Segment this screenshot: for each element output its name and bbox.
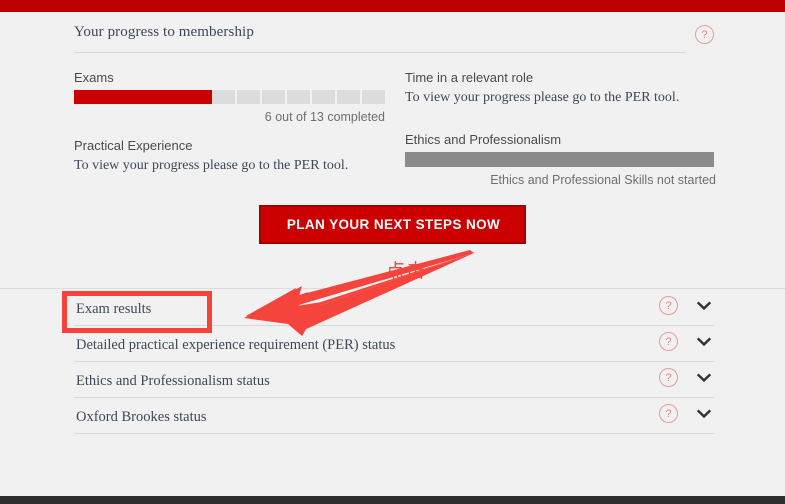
progress-item-exams: Exams 6 out of 13 completed — [74, 70, 386, 124]
chevron-down-icon[interactable] — [696, 334, 712, 350]
progress-item-label: Ethics and Professionalism — [405, 132, 562, 147]
progress-column-left: Exams 6 out of 13 completed Practical Ex… — [74, 70, 386, 174]
ethics-progress-bar — [405, 152, 714, 167]
progress-item-note: To view your progress please go to the P… — [74, 158, 349, 173]
progress-segment — [212, 90, 235, 104]
chevron-down-icon[interactable] — [696, 298, 712, 314]
plan-next-steps-button[interactable]: PLAN YOUR NEXT STEPS NOW — [258, 205, 527, 244]
progress-segment — [237, 90, 260, 104]
chevron-down-icon[interactable] — [696, 406, 712, 422]
progress-item-practical-experience: Practical Experience To view your progre… — [74, 138, 386, 174]
help-question-icon[interactable]: ? — [695, 25, 714, 44]
exams-progress-caption: 6 out of 13 completed — [264, 110, 385, 124]
help-question-icon[interactable]: ? — [659, 332, 678, 351]
progress-segment — [120, 90, 143, 104]
progress-segment — [97, 90, 120, 104]
accordion-row[interactable]: Ethics and Professionalism status? — [74, 362, 714, 398]
progress-panel: Your progress to membership ? — [74, 24, 714, 53]
progress-item-label: Time in a relevant role — [405, 70, 534, 85]
accordion-row-label: Ethics and Professionalism status — [76, 373, 270, 389]
exams-progress-bar — [74, 90, 385, 104]
progress-segment — [74, 90, 97, 104]
status-accordion: Exam results? Detailed practical experien… — [74, 290, 714, 434]
accordion-row-label: Oxford Brookes status — [76, 409, 207, 425]
progress-column-right: Time in a relevant role To view your pro… — [405, 70, 717, 187]
progress-segment — [166, 90, 189, 104]
progress-segment — [287, 90, 310, 104]
progress-item-time-in-role: Time in a relevant role To view your pro… — [405, 70, 717, 106]
accordion-row-label: Detailed practical experience requiremen… — [76, 337, 396, 353]
progress-segment — [362, 90, 385, 104]
progress-item-label: Exams — [74, 70, 114, 85]
progress-segment — [189, 90, 212, 104]
page-content: Your progress to membership ? Exams 6 ou… — [0, 12, 785, 496]
top-brand-bar — [0, 0, 785, 12]
accordion-row[interactable]: Exam results? — [74, 290, 714, 326]
chevron-down-icon[interactable] — [696, 370, 712, 386]
progress-segment — [337, 90, 360, 104]
page-footer-bar — [0, 496, 785, 504]
progress-segment — [143, 90, 166, 104]
help-question-icon[interactable]: ? — [659, 404, 678, 423]
accordion-row-label: Exam results — [76, 301, 152, 317]
section-divider — [0, 288, 785, 289]
panel-title: Your progress to membership — [74, 24, 254, 40]
accordion-row[interactable]: Oxford Brookes status? — [74, 398, 714, 434]
panel-divider — [74, 52, 686, 53]
accordion-row[interactable]: Detailed practical experience requiremen… — [74, 326, 714, 362]
progress-segment — [262, 90, 285, 104]
help-question-icon[interactable]: ? — [659, 296, 678, 315]
progress-item-note: To view your progress please go to the P… — [405, 90, 680, 105]
progress-item-ethics: Ethics and Professionalism Ethics and Pr… — [405, 132, 717, 187]
progress-segment — [312, 90, 335, 104]
cta-container: PLAN YOUR NEXT STEPS NOW — [0, 205, 785, 244]
help-question-icon[interactable]: ? — [659, 368, 678, 387]
ethics-progress-caption: Ethics and Professional Skills not start… — [490, 173, 716, 187]
progress-item-label: Practical Experience — [74, 138, 193, 153]
